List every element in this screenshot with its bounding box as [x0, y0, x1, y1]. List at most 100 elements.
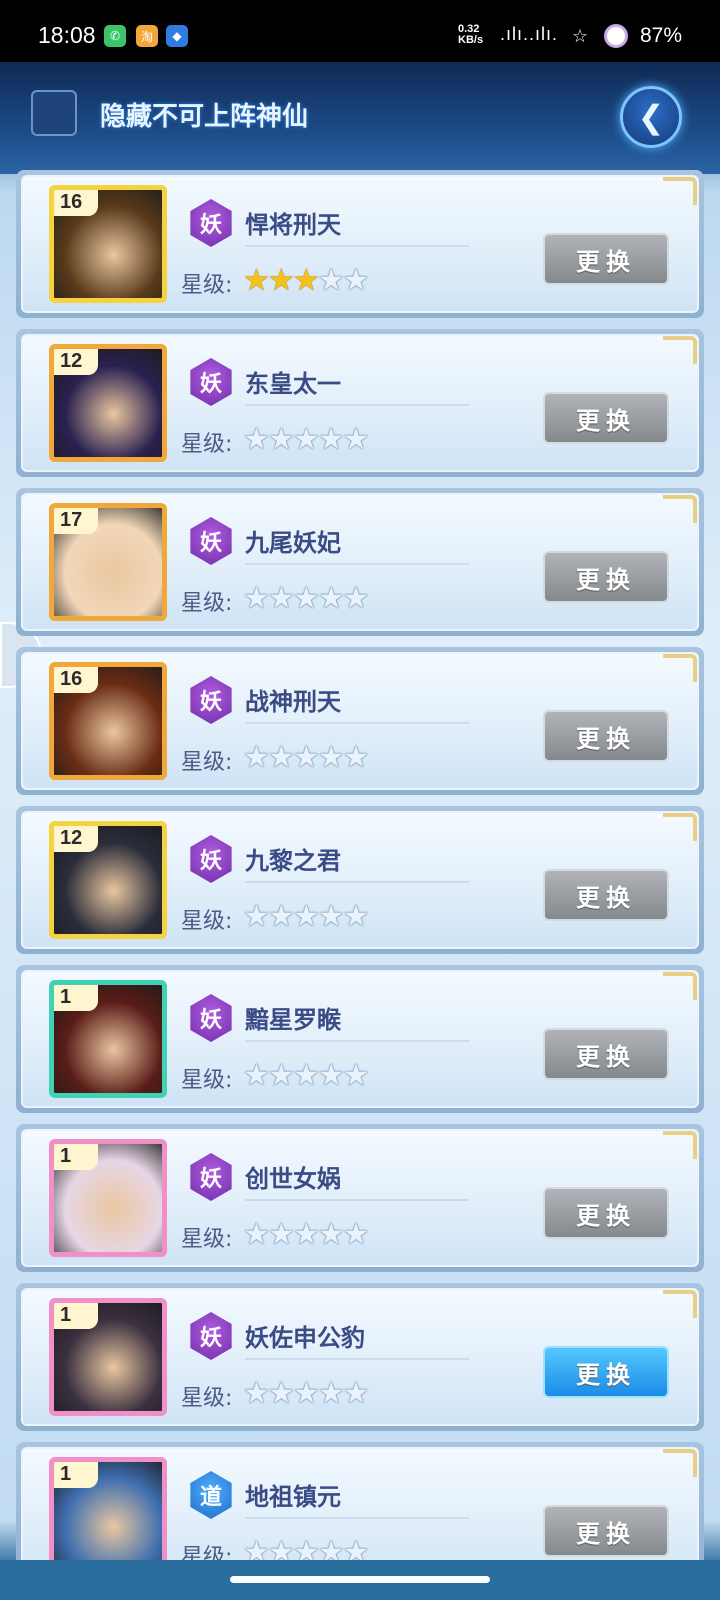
character-card[interactable]: 17 妖 九尾妖妃 星级: ★★★★★ 更换 [16, 488, 704, 636]
star-rating: ★★★★★ [243, 899, 370, 934]
star-icon: ★ [317, 581, 345, 616]
app-circle-icon [604, 24, 628, 48]
faction-badge: 妖 [190, 676, 232, 724]
card-body: 1 妖 黯星罗睺 星级: ★★★★★ 更换 [21, 970, 699, 1108]
star-icon: ★ [292, 1376, 320, 1411]
star-icon: ★ [292, 740, 320, 775]
character-portrait[interactable]: 12 [49, 821, 167, 939]
swap-button[interactable]: 更换 [543, 233, 669, 285]
star-icon: ★ [243, 422, 270, 457]
star-icon: ★ [243, 1217, 270, 1252]
divider [245, 722, 469, 724]
star-icon: ★ [342, 581, 370, 616]
level-badge: 1 [54, 1303, 98, 1329]
character-portrait[interactable]: 1 [49, 1139, 167, 1257]
star-icon: ★ [243, 263, 270, 298]
character-name: 九尾妖妃 [245, 529, 341, 557]
level-badge: 1 [54, 985, 98, 1011]
phone-icon: ✆ [104, 25, 126, 47]
star-icon: ★ [292, 1217, 320, 1252]
star-rating: ★★★★★ [243, 740, 370, 775]
character-portrait[interactable]: 17 [49, 503, 167, 621]
star-icon: ★ [267, 422, 295, 457]
star-icon: ★ [243, 1058, 270, 1093]
character-card[interactable]: 1 妖 妖佐申公豹 星级: ★★★★★ 更换 [16, 1283, 704, 1431]
status-time: 18:08 [38, 22, 96, 48]
card-body: 17 妖 九尾妖妃 星级: ★★★★★ 更换 [21, 493, 699, 631]
divider [245, 1517, 469, 1519]
swap-button[interactable]: 更换 [543, 869, 669, 921]
divider [245, 404, 469, 406]
level-badge: 17 [54, 508, 98, 534]
signal-icon: .ılı..ılı. [500, 24, 559, 44]
corner-ornament [663, 972, 697, 1000]
hide-unavailable-checkbox[interactable] [31, 90, 77, 136]
corner-ornament [663, 177, 697, 205]
shield-icon: ◆ [166, 25, 188, 47]
character-portrait[interactable]: 16 [49, 185, 167, 303]
character-card[interactable]: 12 妖 九黎之君 星级: ★★★★★ 更换 [16, 806, 704, 954]
star-icon: ★ [267, 1376, 295, 1411]
star-icon: ★ [317, 1217, 345, 1252]
divider [245, 563, 469, 565]
star-rating: ★★★★★ [243, 1376, 370, 1411]
card-body: 1 妖 妖佐申公豹 星级: ★★★★★ 更换 [21, 1288, 699, 1426]
character-card[interactable]: 1 妖 创世女娲 星级: ★★★★★ 更换 [16, 1124, 704, 1272]
star-icon: ★ [342, 1376, 370, 1411]
swap-button[interactable]: 更换 [543, 551, 669, 603]
star-rating: ★★★★★ [243, 1217, 370, 1252]
divider [245, 1199, 469, 1201]
corner-ornament [663, 495, 697, 523]
star-icon: ★ [267, 581, 295, 616]
character-portrait[interactable]: 1 [49, 1298, 167, 1416]
swap-button[interactable]: 更换 [543, 1346, 669, 1398]
corner-ornament [663, 813, 697, 841]
character-portrait[interactable]: 12 [49, 344, 167, 462]
character-card[interactable]: 1 妖 黯星罗睺 星级: ★★★★★ 更换 [16, 965, 704, 1113]
divider [245, 1358, 469, 1360]
character-card[interactable]: 12 妖 东皇太一 星级: ★★★★★ 更换 [16, 329, 704, 477]
faction-badge: 妖 [190, 1312, 232, 1360]
star-icon: ★ [267, 263, 295, 298]
character-name: 黯星罗睺 [245, 1006, 341, 1034]
card-body: 1 妖 创世女娲 星级: ★★★★★ 更换 [21, 1129, 699, 1267]
corner-ornament [663, 654, 697, 682]
star-level-label: 星级: [181, 750, 233, 775]
swap-button[interactable]: 更换 [543, 1505, 669, 1557]
character-name: 东皇太一 [245, 370, 341, 398]
corner-ornament [663, 1449, 697, 1477]
game-icon: ☆ [571, 25, 589, 47]
hide-unavailable-label: 隐藏不可上阵神仙 [100, 102, 309, 132]
divider [245, 245, 469, 247]
star-icon: ★ [243, 899, 270, 934]
character-name: 战神刑天 [245, 688, 341, 716]
star-icon: ★ [317, 422, 345, 457]
faction-badge: 妖 [190, 1153, 232, 1201]
back-button[interactable]: ❮ [620, 86, 682, 148]
star-rating: ★★★★★ [243, 581, 370, 616]
character-card[interactable]: 16 妖 战神刑天 星级: ★★★★★ 更换 [16, 647, 704, 795]
star-icon: ★ [317, 1058, 345, 1093]
divider [245, 1040, 469, 1042]
character-portrait[interactable]: 1 [49, 980, 167, 1098]
star-level-label: 星级: [181, 909, 233, 934]
corner-ornament [663, 1131, 697, 1159]
swap-button[interactable]: 更换 [543, 392, 669, 444]
card-body: 12 妖 九黎之君 星级: ★★★★★ 更换 [21, 811, 699, 949]
star-icon: ★ [267, 899, 295, 934]
star-icon: ★ [292, 581, 320, 616]
swap-button[interactable]: 更换 [543, 1028, 669, 1080]
character-card[interactable]: 16 妖 悍将刑天 星级: ★★★★★ 更换 [16, 170, 704, 318]
home-indicator[interactable] [230, 1576, 490, 1583]
star-icon: ★ [317, 263, 345, 298]
battery-level: 87% [640, 24, 683, 47]
character-name: 悍将刑天 [245, 211, 341, 239]
star-icon: ★ [292, 422, 320, 457]
card-body: 16 妖 战神刑天 星级: ★★★★★ 更换 [21, 652, 699, 790]
character-portrait[interactable]: 1 [49, 1457, 167, 1575]
swap-button[interactable]: 更换 [543, 710, 669, 762]
character-portrait[interactable]: 16 [49, 662, 167, 780]
faction-badge: 道 [190, 1471, 232, 1519]
swap-button[interactable]: 更换 [543, 1187, 669, 1239]
star-rating: ★★★★★ [243, 1058, 370, 1093]
